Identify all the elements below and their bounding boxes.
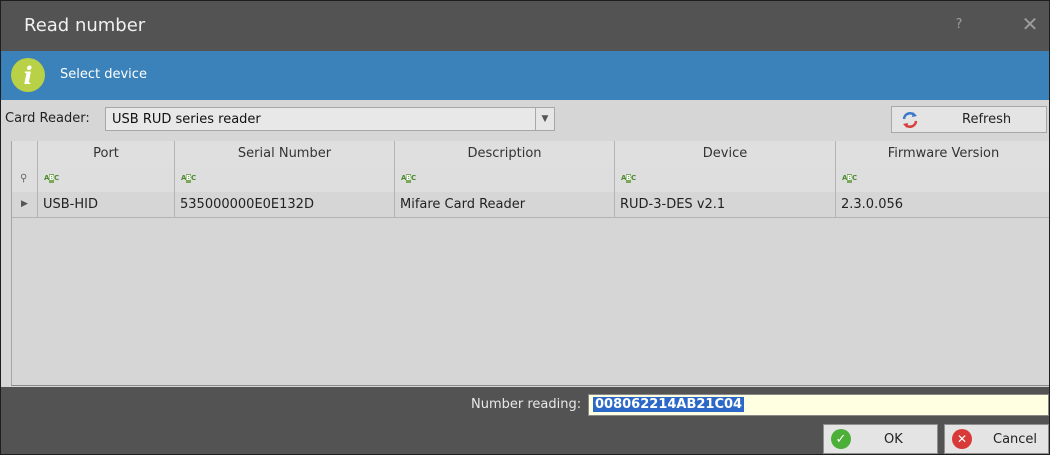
cell-description[interactable]: Mifare Card Reader [395, 192, 615, 217]
column-header-serial-number[interactable]: Serial Number [175, 141, 395, 167]
filter-cell-port[interactable]: ABC [38, 167, 175, 192]
card-reader-label: Card Reader: [5, 111, 90, 126]
card-reader-select[interactable]: USB RUD series reader ▼ [105, 107, 555, 131]
read-number-dialog: Read number ? ✕ i Select device Card Rea… [0, 0, 1050, 455]
info-bar: i Select device [1, 51, 1049, 100]
grid-header: Port Serial Number Description Device Fi… [12, 141, 1049, 168]
row-pointer-icon: ▶ [21, 199, 28, 209]
number-reading-field[interactable]: 008062214AB21C04 [588, 394, 1049, 416]
filter-row-indicator: ⚲ [12, 167, 38, 192]
cell-device[interactable]: RUD-3-DES v2.1 [615, 192, 836, 217]
device-panel: Card Reader: USB RUD series reader ▼ Ref… [1, 100, 1049, 387]
help-icon[interactable]: ? [946, 11, 972, 37]
card-reader-value: USB RUD series reader [112, 112, 261, 127]
dialog-title: Read number [24, 15, 146, 36]
filter-cell-description[interactable]: ABC [395, 167, 615, 192]
cancel-icon: ✕ [952, 429, 972, 449]
pin-icon: ⚲ [20, 173, 28, 184]
text-filter-icon: ABC [621, 174, 637, 183]
ok-button[interactable]: ✓ OK [823, 424, 938, 454]
column-header-description[interactable]: Description [395, 141, 615, 167]
cell-serial-number[interactable]: 535000000E0E132D [175, 192, 395, 217]
column-header-device[interactable]: Device [615, 141, 836, 167]
column-header-firmware-version[interactable]: Firmware Version [836, 141, 1049, 167]
check-icon: ✓ [831, 429, 851, 449]
cancel-label: Cancel [993, 432, 1038, 447]
close-icon[interactable]: ✕ [1017, 11, 1043, 37]
text-filter-icon: ABC [181, 174, 197, 183]
number-reading-value[interactable]: 008062214AB21C04 [593, 397, 745, 412]
filter-cell-firmware-version[interactable]: ABC [836, 167, 1049, 192]
text-filter-icon: ABC [401, 174, 417, 183]
filter-cell-device[interactable]: ABC [615, 167, 836, 192]
info-icon: i [11, 58, 45, 92]
text-filter-icon: ABC [842, 174, 858, 183]
table-row[interactable]: ▶ USB-HID 535000000E0E132D Mifare Card R… [12, 192, 1049, 218]
number-reading-label: Number reading: [471, 397, 582, 412]
refresh-label: Refresh [962, 112, 1012, 127]
cancel-button[interactable]: ✕ Cancel [944, 424, 1049, 454]
refresh-icon [902, 112, 918, 128]
bottom-bar: Number reading: 008062214AB21C04 ✓ OK ✕ … [1, 387, 1049, 454]
info-text: Select device [60, 67, 147, 82]
filter-cell-serial-number[interactable]: ABC [175, 167, 395, 192]
filter-row: ⚲ ABC ABC ABC ABC ABC [12, 167, 1049, 193]
refresh-button[interactable]: Refresh [891, 106, 1047, 133]
row-indicator: ▶ [12, 192, 38, 217]
column-header-port[interactable]: Port [38, 141, 175, 167]
cell-port[interactable]: USB-HID [38, 192, 175, 217]
row-indicator-header [12, 141, 38, 167]
chevron-down-icon[interactable]: ▼ [535, 108, 554, 130]
text-filter-icon: ABC [44, 174, 60, 183]
cell-firmware-version[interactable]: 2.3.0.056 [836, 192, 1049, 217]
devices-grid: Port Serial Number Description Device Fi… [11, 141, 1049, 386]
title-bar: Read number ? ✕ [1, 1, 1049, 51]
ok-label: OK [884, 432, 903, 447]
